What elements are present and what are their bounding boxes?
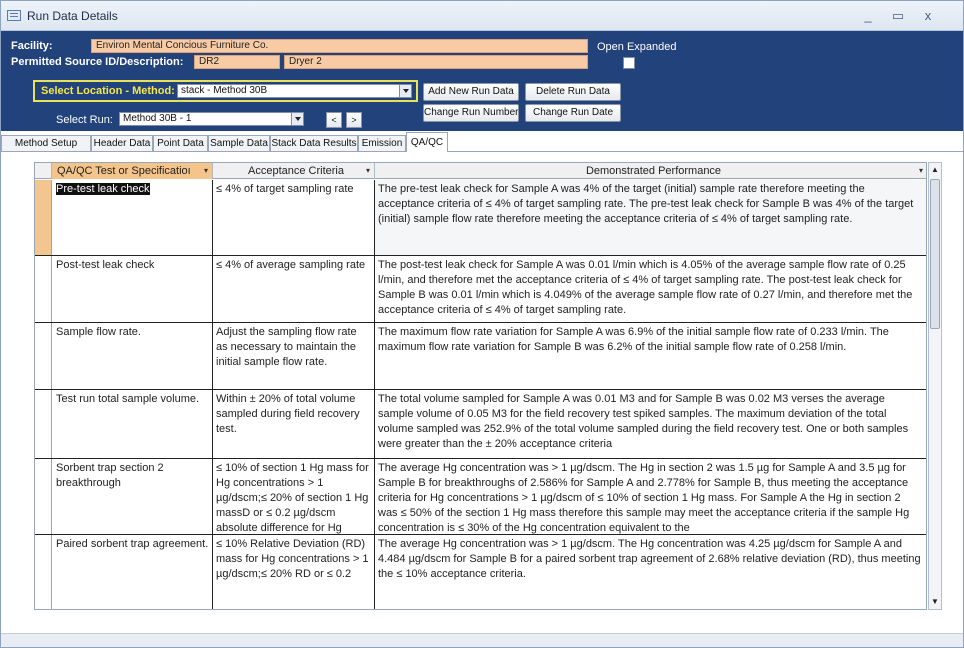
row-selector[interactable] <box>35 390 52 458</box>
row-selector[interactable] <box>35 323 52 389</box>
vertical-scrollbar[interactable]: ▲ ▼ <box>928 162 942 610</box>
previous-run-button[interactable]: < <box>326 112 342 128</box>
test-cell-text: Pre-test leak check <box>56 183 150 195</box>
minimize-button[interactable]: _ <box>857 7 879 25</box>
criteria-cell[interactable]: ≤ 10% Relative Deviation (RD) mass for H… <box>213 535 375 609</box>
criteria-cell[interactable]: Within ± 20% of total volume sampled dur… <box>213 390 375 458</box>
test-cell[interactable]: Paired sorbent trap agreement. <box>52 535 213 609</box>
criteria-cell[interactable]: ≤ 10% of section 1 Hg mass for Hg concen… <box>213 459 375 534</box>
performance-cell[interactable]: The pre-test leak check for Sample A was… <box>375 180 926 255</box>
column-header-criteria[interactable]: Acceptance Criteria ▾ <box>213 163 375 179</box>
add-new-run-data-button[interactable]: Add New Run Data <box>423 83 519 101</box>
facility-field[interactable]: Environ Mental Concious Furniture Co. <box>91 39 588 53</box>
window-title: Run Data Details <box>27 9 118 23</box>
run-select[interactable]: Method 30B - 1 <box>119 112 304 126</box>
table-row[interactable]: Sorbent trap section 2 breakthrough ≤ 10… <box>35 459 926 535</box>
row-selector[interactable] <box>35 459 52 534</box>
source-label: Permitted Source ID/Description: <box>11 56 184 68</box>
row-selector[interactable] <box>35 256 52 322</box>
tab-stack-data-results[interactable]: Stack Data Results <box>270 135 358 151</box>
test-cell[interactable]: Sample flow rate. <box>52 323 213 389</box>
tab-strip: Method Setup Header Data Point Data Samp… <box>1 132 963 153</box>
location-method-box: Select Location - Method: stack - Method… <box>33 80 418 102</box>
tab-header-data[interactable]: Header Data <box>91 135 153 151</box>
maximize-button[interactable]: ▭ <box>887 7 909 25</box>
form-icon <box>7 10 21 21</box>
location-method-value: stack - Method 30B <box>181 85 268 96</box>
close-button[interactable]: x <box>917 7 939 25</box>
location-label: Select Location - Method: <box>41 85 175 97</box>
tab-emission[interactable]: Emission <box>358 135 406 151</box>
change-run-date-button[interactable]: Change Run Date <box>525 104 621 122</box>
column-header-test[interactable]: QA/QC Test or Specificatioı ▾ <box>52 163 213 179</box>
performance-cell[interactable]: The maximum flow rate variation for Samp… <box>375 323 926 389</box>
run-value: Method 30B - 1 <box>123 113 192 124</box>
test-cell[interactable]: Pre-test leak check <box>52 180 213 255</box>
table-row[interactable]: Pre-test leak check ≤ 4% of target sampl… <box>35 180 926 256</box>
chevron-down-icon[interactable] <box>291 113 303 125</box>
row-selector[interactable] <box>35 535 52 609</box>
criteria-cell[interactable]: ≤ 4% of average sampling rate <box>213 256 375 322</box>
table-row[interactable]: Post-test leak check ≤ 4% of average sam… <box>35 256 926 323</box>
run-data-details-window: Run Data Details _ ▭ x Facility: Environ… <box>0 0 964 648</box>
open-expanded-checkbox[interactable] <box>623 57 635 69</box>
location-method-select[interactable]: stack - Method 30B <box>177 84 412 98</box>
delete-run-data-button[interactable]: Delete Run Data <box>525 83 621 101</box>
facility-label: Facility: <box>11 40 53 52</box>
qa-qc-panel: QA/QC Test or Specificatioı ▾ Acceptance… <box>1 152 963 632</box>
scroll-thumb[interactable] <box>930 179 940 329</box>
run-header-panel: Facility: Environ Mental Concious Furnit… <box>1 31 963 131</box>
status-strip <box>1 633 963 647</box>
sort-arrow-icon[interactable]: ▾ <box>366 163 370 179</box>
column-header-performance-label: Demonstrated Performance <box>585 165 722 177</box>
test-cell[interactable]: Test run total sample volume. <box>52 390 213 458</box>
criteria-cell[interactable]: Adjust the sampling flow rate as necessa… <box>213 323 375 389</box>
tab-method-setup[interactable]: Method Setup <box>1 135 91 151</box>
performance-cell[interactable]: The average Hg concentration was > 1 µg/… <box>375 535 926 609</box>
source-id-field[interactable]: DR2 <box>194 55 280 69</box>
title-bar: Run Data Details _ ▭ x <box>1 1 963 31</box>
performance-cell[interactable]: The total volume sampled for Sample A wa… <box>375 390 926 458</box>
chevron-down-icon[interactable] <box>399 85 411 97</box>
tab-sample-data[interactable]: Sample Data <box>208 135 270 151</box>
row-selector[interactable] <box>35 180 52 255</box>
change-run-number-button[interactable]: Change Run Number <box>423 104 519 122</box>
sort-arrow-icon[interactable]: ▾ <box>204 163 208 179</box>
performance-cell[interactable]: The post-test leak check for Sample A wa… <box>375 256 926 322</box>
open-expanded-label: Open Expanded <box>597 41 677 53</box>
tab-point-data[interactable]: Point Data <box>153 135 208 151</box>
table-row[interactable]: Paired sorbent trap agreement. ≤ 10% Rel… <box>35 535 926 609</box>
performance-cell[interactable]: The average Hg concentration was > 1 µg/… <box>375 459 926 534</box>
table-row[interactable]: Test run total sample volume. Within ± 2… <box>35 390 926 459</box>
scroll-up-icon[interactable]: ▲ <box>929 163 941 177</box>
datasheet-header: QA/QC Test or Specificatioı ▾ Acceptance… <box>35 163 926 179</box>
table-row[interactable]: Sample flow rate. Adjust the sampling fl… <box>35 323 926 390</box>
next-run-button[interactable]: > <box>346 112 362 128</box>
source-desc-field[interactable]: Dryer 2 <box>284 55 588 69</box>
select-all-corner[interactable] <box>35 163 52 179</box>
tab-qa-qc[interactable]: QA/QC <box>406 132 448 153</box>
qa-qc-datasheet: QA/QC Test or Specificatioı ▾ Acceptance… <box>34 162 927 610</box>
sort-arrow-icon[interactable]: ▾ <box>919 163 923 179</box>
run-label: Select Run: <box>56 114 113 126</box>
test-cell[interactable]: Post-test leak check <box>52 256 213 322</box>
criteria-cell[interactable]: ≤ 4% of target sampling rate <box>213 180 375 255</box>
column-header-performance[interactable]: Demonstrated Performance ▾ <box>375 163 926 179</box>
scroll-down-icon[interactable]: ▼ <box>929 595 941 609</box>
column-header-criteria-label: Acceptance Criteria <box>248 165 344 177</box>
column-header-test-label: QA/QC Test or Specificatioı <box>57 165 191 177</box>
test-cell[interactable]: Sorbent trap section 2 breakthrough <box>52 459 213 534</box>
